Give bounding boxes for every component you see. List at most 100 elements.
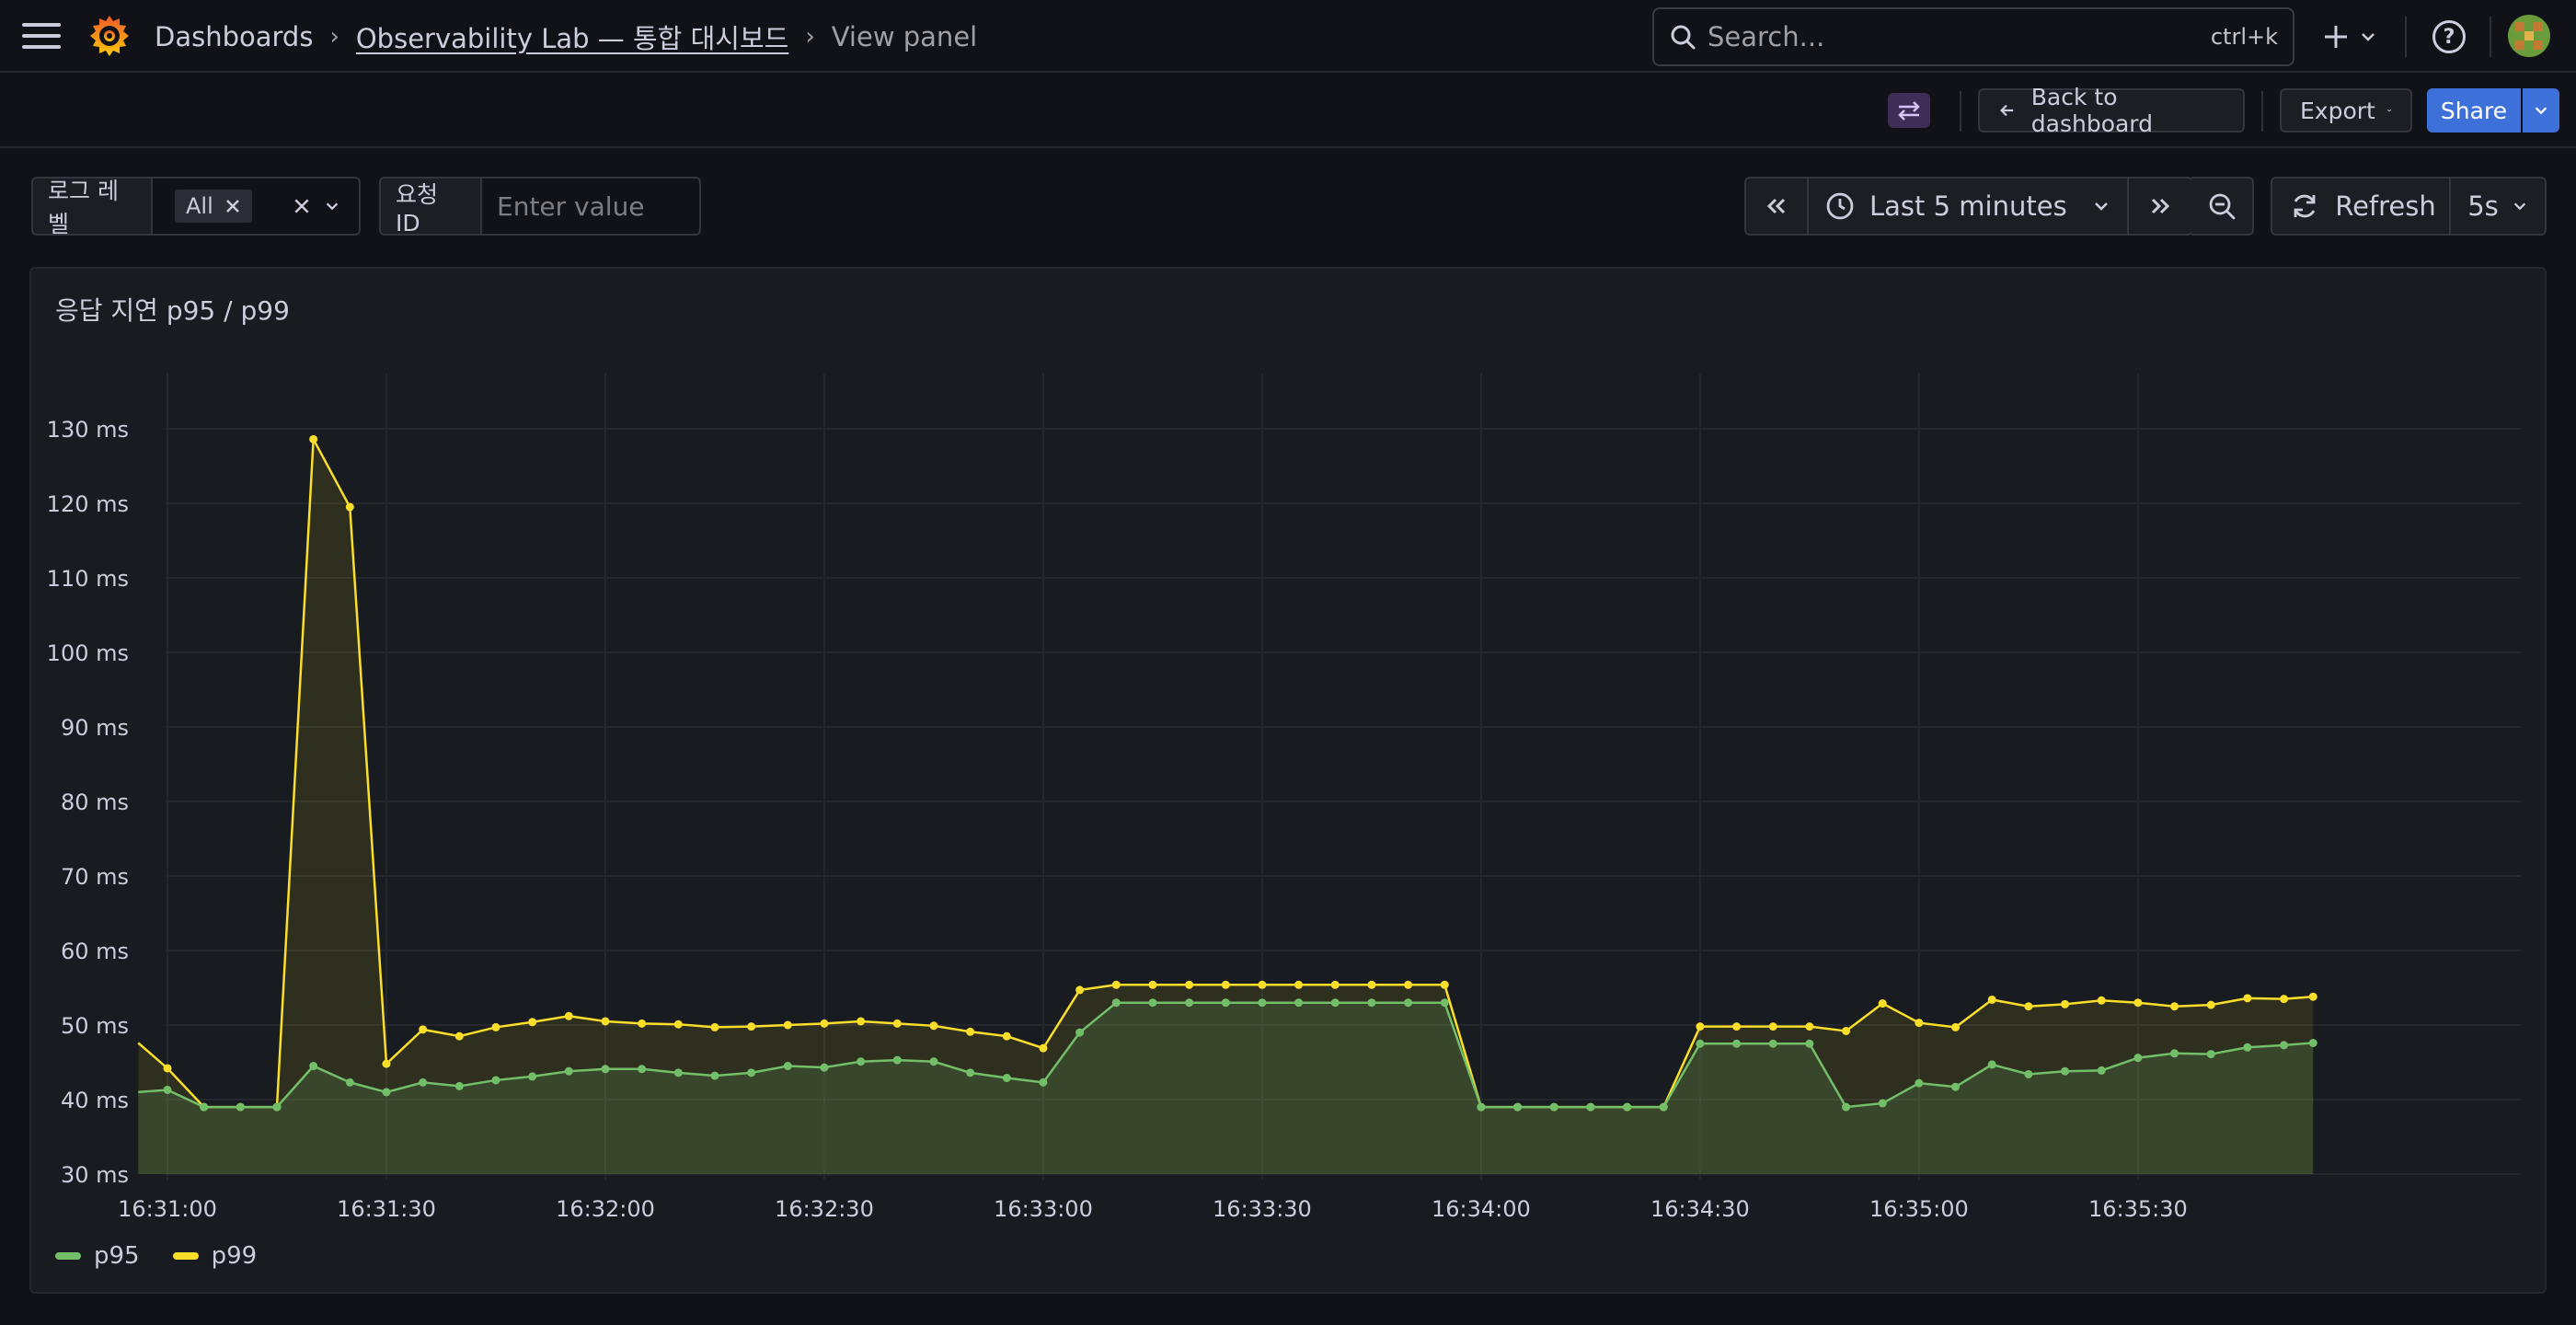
point-p99 — [601, 1017, 610, 1026]
help-icon[interactable]: ? — [2432, 20, 2466, 53]
point-p99 — [1258, 980, 1267, 989]
point-p95 — [2024, 1069, 2033, 1078]
time-range-label: Last 5 minutes — [1869, 190, 2067, 222]
point-p95 — [1659, 1102, 1668, 1112]
nav-divider — [2490, 17, 2491, 57]
chevron-down-icon — [2513, 202, 2525, 211]
export-button[interactable]: Export — [2280, 88, 2412, 132]
point-p95 — [236, 1102, 245, 1112]
point-p99 — [419, 1025, 428, 1034]
point-p95 — [1623, 1102, 1632, 1112]
toolbar-divider — [2261, 91, 2263, 132]
point-p95 — [564, 1066, 573, 1076]
grafana-logo-icon[interactable] — [86, 13, 132, 59]
remove-icon[interactable] — [224, 198, 241, 214]
avatar[interactable] — [2508, 15, 2550, 57]
point-p99 — [2308, 992, 2317, 1001]
point-p99 — [1111, 980, 1121, 989]
point-p99 — [345, 502, 354, 512]
y-tick-label: 100 ms — [47, 640, 129, 666]
point-p99 — [382, 1059, 391, 1068]
log-level-label-text: 로그 레벨 — [48, 178, 119, 237]
log-level-select[interactable]: All — [151, 177, 361, 236]
export-label: Export — [2300, 97, 2375, 124]
point-p99 — [2170, 1002, 2179, 1011]
log-level-variable-label: 로그 레벨 — [31, 177, 153, 237]
point-p99 — [710, 1022, 719, 1031]
point-p95 — [1987, 1060, 1996, 1069]
y-tick-label: 110 ms — [47, 566, 129, 592]
clear-icon[interactable] — [293, 197, 311, 215]
y-tick-label: 70 ms — [61, 864, 129, 890]
back-to-dashboard-button[interactable]: Back to dashboard — [1978, 84, 2245, 137]
share-button[interactable]: Share — [2427, 88, 2521, 132]
point-p95 — [1477, 1102, 1486, 1112]
legend-item-p95[interactable]: p95 — [55, 1242, 140, 1270]
breadcrumb-dashboards[interactable]: Dashboards — [155, 21, 313, 52]
point-p99 — [1805, 1022, 1814, 1031]
chevron-down-icon — [2535, 107, 2547, 115]
menu-icon[interactable] — [22, 20, 61, 52]
add-new-button[interactable] — [2322, 17, 2377, 57]
point-p99 — [2061, 999, 2070, 1008]
toggle-view-button[interactable] — [1888, 93, 1930, 128]
point-p95 — [2061, 1066, 2070, 1076]
point-p95 — [163, 1085, 172, 1094]
refresh-interval-select[interactable]: 5s — [2451, 179, 2545, 234]
legend-item-p99[interactable]: p99 — [172, 1242, 257, 1270]
refresh-label: Refresh — [2335, 190, 2436, 222]
time-range-button[interactable]: Last 5 minutes — [1809, 179, 2129, 234]
point-p99 — [1440, 980, 1449, 989]
time-shift-back-button[interactable] — [1746, 179, 1809, 234]
point-p95 — [1951, 1082, 1961, 1091]
x-tick-label: 16:32:30 — [775, 1196, 874, 1222]
point-p95 — [1148, 998, 1157, 1008]
point-p99 — [638, 1019, 647, 1028]
chart-legend: p95 p99 — [55, 1242, 257, 1270]
clock-icon — [1826, 192, 1854, 220]
y-tick-label: 80 ms — [61, 789, 129, 815]
angle-double-left-icon — [1766, 198, 1786, 214]
point-p99 — [528, 1018, 537, 1027]
chevron-right-icon: › — [329, 22, 339, 51]
point-p99 — [2024, 1002, 2033, 1011]
breadcrumb-dashboard-title[interactable]: Observability Lab — 통합 대시보드 — [356, 17, 788, 56]
point-p99 — [2097, 996, 2106, 1005]
x-tick-label: 16:35:30 — [2088, 1196, 2188, 1222]
y-tick-label: 50 ms — [61, 1013, 129, 1039]
chevron-right-icon: › — [805, 22, 815, 51]
point-p99 — [1075, 985, 1085, 995]
point-p95 — [1586, 1102, 1595, 1112]
point-p99 — [1294, 980, 1304, 989]
point-p95 — [1294, 998, 1304, 1008]
point-p95 — [1440, 998, 1449, 1008]
point-p99 — [966, 1027, 975, 1036]
point-p95 — [966, 1068, 975, 1077]
share-label: Share — [2440, 97, 2508, 124]
point-p99 — [892, 1019, 902, 1028]
exchange-icon — [1898, 101, 1920, 121]
zoom-out-group — [2191, 177, 2254, 236]
point-p99 — [2243, 994, 2252, 1003]
latency-chart[interactable]: 30 ms 40 ms 50 ms 60 ms 70 ms 80 ms 90 ms 100 m… — [31, 269, 2545, 1226]
point-p95 — [1549, 1102, 1558, 1112]
request-id-input[interactable]: Enter value — [480, 177, 701, 236]
zoom-out-button[interactable] — [2191, 179, 2252, 234]
point-p99 — [1842, 1026, 1851, 1035]
point-p99 — [1148, 980, 1157, 989]
search-input[interactable]: Search... ctrl+k — [1652, 7, 2294, 66]
point-p95 — [309, 1062, 318, 1071]
point-p95 — [1367, 998, 1376, 1008]
point-p99 — [1732, 1022, 1742, 1031]
point-p99 — [929, 1021, 938, 1031]
panel-toolbar: Back to dashboard Export Share — [0, 73, 2576, 148]
point-p99 — [820, 1019, 829, 1028]
share-options-button[interactable] — [2523, 88, 2559, 132]
refresh-button[interactable]: Refresh — [2272, 179, 2451, 234]
point-p95 — [1732, 1039, 1742, 1048]
point-p95 — [638, 1065, 647, 1074]
nav-divider — [2405, 17, 2407, 57]
point-p95 — [2133, 1054, 2143, 1063]
time-shift-forward-button[interactable] — [2129, 179, 2191, 234]
zoom-out-icon — [2209, 193, 2236, 220]
